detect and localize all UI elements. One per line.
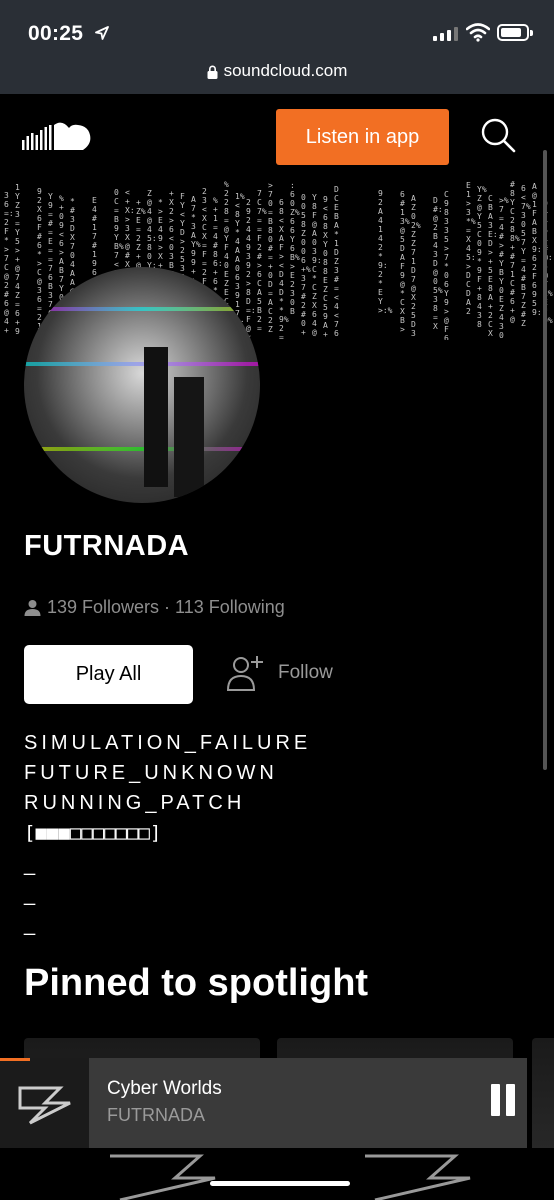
bio-line: FUTURE_UNKNOWN [24, 762, 278, 784]
mini-player-artwork [0, 1058, 90, 1148]
profile-bio: SIMULATION_FAILURE FUTURE_UNKNOWN RUNNIN… [24, 728, 311, 848]
banner-glyph-column: E1>3*%=X45:>DCDA2 [466, 181, 476, 316]
bio-line: SIMULATION_FAILURE [24, 732, 312, 754]
status-bar: 00:25 soundcloud.com [0, 0, 554, 94]
playback-progress [0, 1058, 30, 1061]
bio-dash: _ [24, 884, 36, 906]
banner-glyph-column: 68<XAF><D4D**9%2= [279, 198, 289, 340]
url-bar[interactable]: soundcloud.com [0, 56, 554, 86]
follower-stats[interactable]: 139 Followers · 113 Following [24, 597, 285, 618]
banner-glyph-column: 7C7%==F2#>6CA5B2= [257, 189, 267, 333]
listen-in-app-button[interactable]: Listen in app [276, 109, 449, 165]
follow-label: Follow [278, 662, 333, 683]
bio-dash: _ [24, 914, 36, 936]
play-all-button[interactable]: Play All [24, 645, 193, 704]
follower-stats-text: 139 Followers · 113 Following [47, 597, 285, 617]
track-title: Cyber Worlds [107, 1078, 222, 1099]
banner-glyph-column: 0058Z006+%37#2#0+ [301, 193, 311, 337]
banner-glyph-column: #8YC288%+#71C#6+@ [510, 180, 520, 324]
banner-glyph-column: DCEBA*1DZ3#=<4<76 [334, 185, 339, 338]
location-arrow-icon [95, 26, 109, 40]
banner-glyph-column: >%7=4#>#YBY0EZ430 [499, 196, 509, 340]
banner-glyph-column: Y8F@A039:C*CZX64@ [312, 193, 322, 337]
lock-icon [207, 65, 218, 79]
banner-glyph-column: 92X6F#6*>C@36=21> [37, 187, 42, 340]
banner-glyph-column: 92A4142*9:2*EY>:% [378, 189, 393, 315]
search-icon[interactable] [480, 117, 516, 153]
banner-glyph-column: 36=:2F*>7C@2#6@4+ [4, 191, 14, 335]
wifi-icon [466, 23, 490, 42]
avatar [24, 267, 260, 503]
banner-glyph-column: CBA3E:D>+5E8A+2CX [488, 194, 498, 338]
home-indicator [210, 1181, 350, 1186]
status-time: 00:25 [28, 22, 84, 45]
banner-glyph-column: D#:@2B43D@05%38=X [433, 196, 443, 331]
banner-glyph-column: 6#13%@5DAF9@*CXB> [400, 190, 410, 334]
artist-name: FUTRNADA [24, 530, 190, 562]
mini-player[interactable]: Cyber Worlds FUTRNADA [0, 1058, 554, 1148]
follow-user-icon [226, 656, 263, 691]
banner-glyph-column: 1YZ3=Y5>+@74Z=6+9 [15, 183, 20, 336]
banner-glyph-column: :60Z%66Y6B%>E230B [290, 181, 300, 316]
banner-glyph-column: AZ02%ZZ71D7@X25D3 [411, 194, 421, 338]
signal-icon [433, 27, 458, 41]
bio-dash: _ [24, 854, 36, 876]
battery-icon [497, 24, 533, 41]
banner-glyph-column: Y%Z@Y5C09*9F+8438 [477, 185, 487, 329]
url-text: soundcloud.com [223, 61, 348, 80]
soundcloud-logo-icon[interactable] [22, 120, 92, 154]
banner-glyph-column: A@1FABX9:62F6959: [532, 182, 542, 317]
section-title: Pinned to spotlight [24, 962, 369, 1004]
bio-dashes: _ _ _ [24, 850, 35, 940]
banner-glyph-column: C98335>7*06Y9>@F6 [444, 190, 449, 340]
bio-line: RUNNING_PATCH [24, 792, 246, 814]
mini-player-info[interactable]: Cyber Worlds FUTRNADA [89, 1058, 527, 1148]
banner-glyph-column: 6<7%3057Y=4#B7Z#Z [521, 184, 531, 328]
banner-glyph-column: >70=B80#=+0D=AC2Z [268, 181, 273, 334]
site-header: Listen in app [0, 94, 554, 180]
scrollbar[interactable] [543, 150, 547, 770]
card-artwork-lower [0, 1148, 554, 1200]
banner-glyph-column: 9<68XY088EZC59A+D [323, 195, 328, 340]
track-artist: FUTRNADA [107, 1105, 205, 1125]
bio-line: [■■■□□□□□□□] [24, 822, 162, 844]
follow-button[interactable]: Follow [226, 654, 333, 692]
pause-icon[interactable] [491, 1084, 517, 1116]
banner-glyph-column: 292449392>8D=:F@< [246, 198, 256, 340]
user-icon [24, 600, 41, 616]
